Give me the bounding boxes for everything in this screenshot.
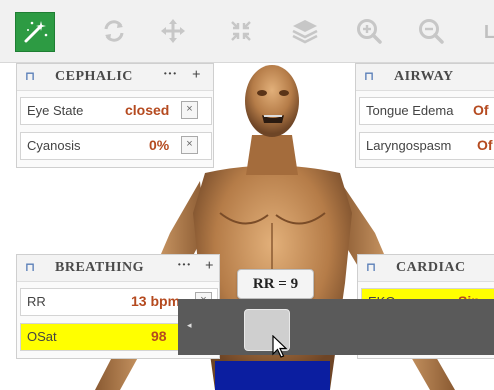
cyanosis-row[interactable]: Cyanosis 0% ×: [20, 132, 212, 160]
move-tool-button[interactable]: [154, 12, 192, 50]
rr-value-tooltip: RR = 9: [237, 269, 314, 299]
slider-left-arrow-icon[interactable]: ◂: [187, 320, 192, 331]
zoom-out-icon: [419, 19, 444, 44]
eye-state-row[interactable]: Eye State closed ×: [20, 97, 212, 125]
rr-slider[interactable]: [178, 299, 494, 355]
pin-icon[interactable]: ⊓: [25, 69, 35, 84]
collapse-icon: [231, 21, 251, 41]
panel-title: BREATHING: [55, 260, 145, 275]
panel-add-button[interactable]: +: [192, 67, 201, 84]
panel-title: CEPHALIC: [55, 69, 133, 84]
zoom-in-icon: [357, 19, 382, 44]
layers-icon: [292, 20, 318, 44]
cephalic-panel: ⊓ CEPHALIC ··· + Eye State closed × Cyan…: [16, 63, 214, 168]
row-value: closed: [125, 102, 170, 118]
laryngospasm-row[interactable]: Laryngospasm Of: [359, 132, 494, 160]
pin-icon[interactable]: ⊓: [366, 260, 376, 275]
row-value: 0%: [149, 137, 170, 153]
cephalic-panel-header: ⊓ CEPHALIC ··· +: [17, 64, 213, 91]
toolbar-overflow-glyph[interactable]: L: [484, 22, 494, 43]
row-label: OSat: [27, 329, 57, 344]
zoom-out-tool-button[interactable]: [412, 12, 450, 50]
row-label: Tongue Edema: [366, 103, 454, 118]
collapse-tool-button[interactable]: [222, 12, 260, 50]
panel-menu-button[interactable]: ···: [163, 67, 177, 83]
panel-add-button[interactable]: +: [205, 258, 214, 275]
toolbar: L: [0, 0, 494, 63]
rotate-icon: [104, 20, 124, 42]
tongue-edema-row[interactable]: Tongue Edema Of: [359, 97, 494, 125]
row-value: Of: [473, 102, 489, 118]
cardiac-panel-header: ⊓ CARDIAC: [358, 255, 494, 282]
row-value: 13 bpm: [131, 293, 181, 309]
clear-button[interactable]: ×: [181, 101, 198, 119]
row-label: Laryngospasm: [366, 138, 452, 153]
clear-button[interactable]: ×: [181, 136, 198, 154]
rotate-tool-button[interactable]: [95, 12, 133, 50]
layers-tool-button[interactable]: [286, 12, 324, 50]
magic-wand-icon: [24, 21, 48, 43]
move-icon: [161, 19, 185, 43]
breathing-panel-header: ⊓ BREATHING ··· +: [17, 255, 219, 282]
panel-menu-button[interactable]: ···: [177, 258, 191, 274]
zoom-in-tool-button[interactable]: [350, 12, 388, 50]
pin-icon[interactable]: ⊓: [364, 69, 374, 84]
row-label: Eye State: [27, 103, 84, 118]
pin-icon[interactable]: ⊓: [25, 260, 35, 275]
mouse-cursor-icon: [272, 335, 288, 358]
panel-title: CARDIAC: [396, 260, 466, 275]
row-label: RR: [27, 294, 46, 309]
row-value: 98: [151, 328, 167, 344]
panel-title: AIRWAY: [394, 69, 454, 84]
row-value: Of: [477, 137, 493, 153]
magic-wand-tool-button[interactable]: [15, 12, 55, 52]
airway-panel: ⊓ AIRWAY Tongue Edema Of Laryngospasm Of: [355, 63, 494, 168]
row-label: Cyanosis: [27, 138, 81, 153]
airway-panel-header: ⊓ AIRWAY: [356, 64, 494, 91]
